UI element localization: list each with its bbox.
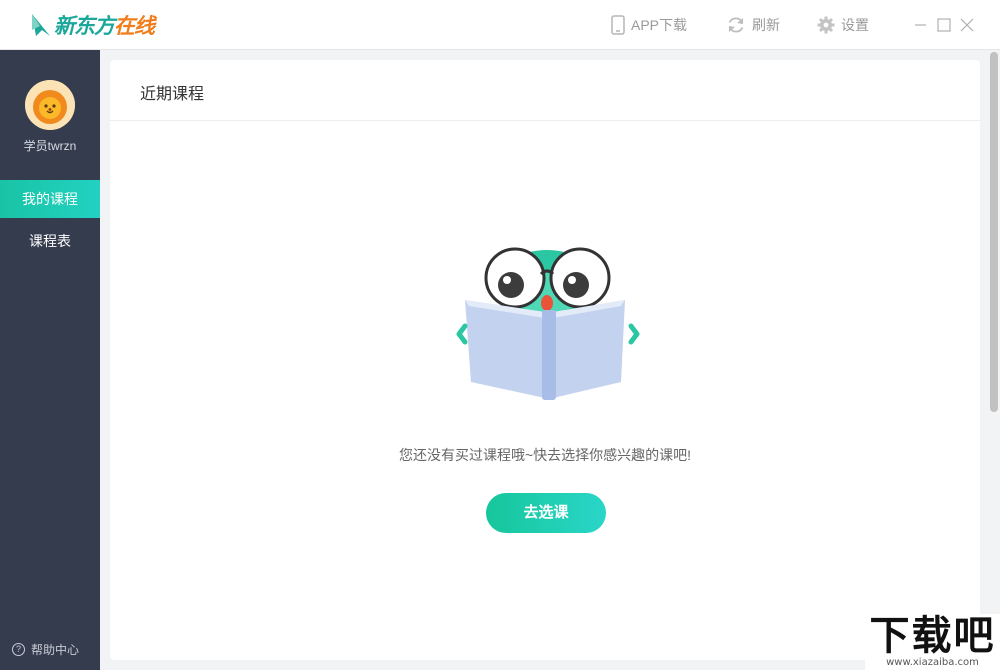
refresh-label: 刷新	[752, 15, 780, 35]
watermark-logo: 下载吧	[865, 612, 1000, 660]
watermark-url: www.xiazaiba.com	[865, 657, 1000, 668]
sidebar-item-schedule[interactable]: 课程表	[0, 222, 100, 260]
main-panel: 近期课程 您还没有买过课程哦~快去选择你感兴趣的课吧! 去选课	[110, 60, 980, 660]
avatar[interactable]	[25, 80, 75, 130]
help-icon: ?	[12, 643, 25, 656]
reading-owl-illustration	[455, 240, 645, 400]
refresh-icon	[726, 15, 746, 35]
refresh-button[interactable]: 刷新	[726, 14, 780, 36]
logo-mark-icon	[30, 12, 52, 38]
close-icon	[956, 14, 978, 36]
maximize-button[interactable]	[933, 14, 955, 36]
page-title: 近期课程	[140, 80, 204, 104]
gear-icon	[817, 16, 835, 34]
settings-button[interactable]: 设置	[817, 14, 869, 36]
app-logo: 新东方在线	[30, 9, 154, 41]
logo-text: 新东方在线	[54, 10, 154, 40]
username: 学员twrzn	[0, 137, 100, 154]
help-center-link[interactable]: ? 帮助中心	[12, 641, 79, 658]
maximize-icon	[933, 14, 955, 36]
title-divider	[110, 120, 980, 121]
lion-avatar-icon	[25, 80, 75, 130]
sidebar: 学员twrzn 我的课程 课程表 ? 帮助中心	[0, 50, 100, 670]
empty-state-message: 您还没有买过课程哦~快去选择你感兴趣的课吧!	[110, 445, 980, 465]
scrollbar-thumb[interactable]	[990, 52, 998, 412]
minimize-icon	[910, 14, 932, 36]
app-download-button[interactable]: APP下载	[611, 14, 687, 36]
sidebar-item-my-courses[interactable]: 我的课程	[0, 180, 100, 218]
close-button[interactable]	[956, 14, 978, 36]
phone-icon	[611, 15, 625, 35]
watermark: 下载吧 www.xiazaiba.com	[865, 614, 1000, 670]
app-download-label: APP下载	[631, 15, 687, 35]
choose-course-button[interactable]: 去选课	[486, 493, 606, 533]
title-bar: 新东方在线 APP下载 刷新 设置	[0, 0, 1000, 50]
help-center-label: 帮助中心	[31, 641, 79, 658]
minimize-button[interactable]	[910, 14, 932, 36]
settings-label: 设置	[841, 15, 869, 35]
